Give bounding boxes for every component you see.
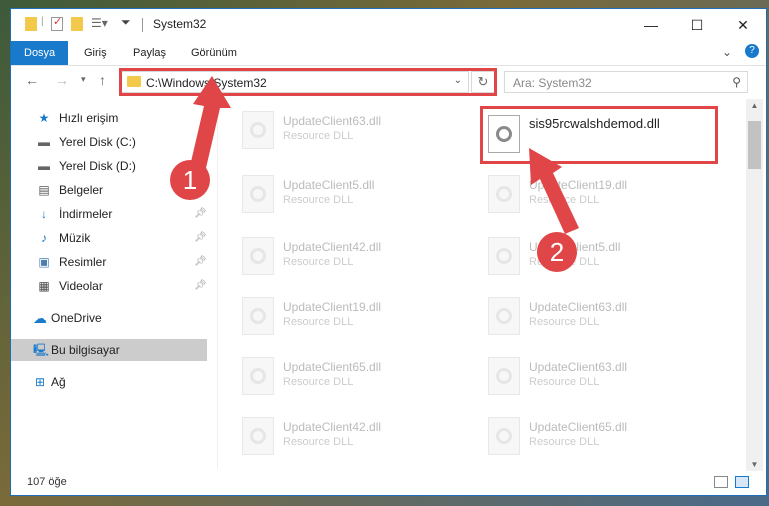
step-1-badge: 1	[170, 160, 210, 200]
arrow-1-icon	[190, 76, 231, 168]
step-2-badge: 2	[537, 232, 577, 272]
arrow-2-icon	[529, 148, 579, 234]
annotation-overlay	[190, 76, 579, 234]
